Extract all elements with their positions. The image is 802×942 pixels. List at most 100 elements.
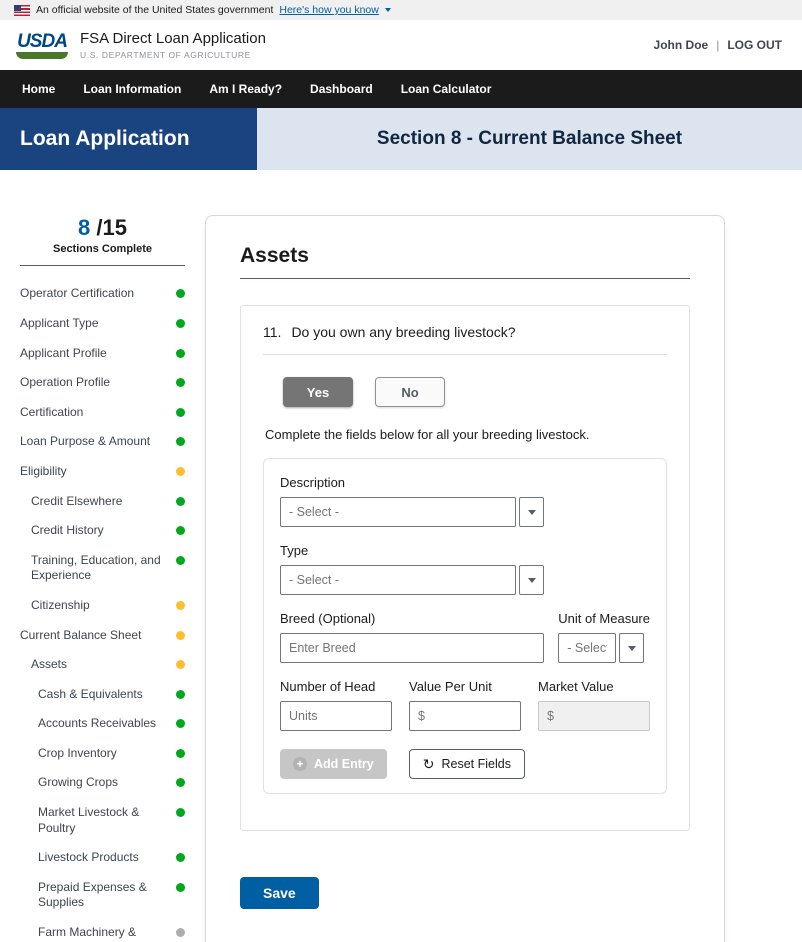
sidebar-item-training-education-and-experience[interactable]: Training, Education, and Experience	[20, 546, 185, 591]
chevron-down-icon	[385, 8, 391, 12]
sidebar-item-loan-purpose-amount[interactable]: Loan Purpose & Amount	[20, 427, 185, 457]
sidebar-item-label: Growing Crops	[38, 775, 118, 791]
dept-label: U.S. DEPARTMENT OF AGRICULTURE	[80, 50, 266, 60]
number-of-head-input[interactable]	[280, 701, 392, 731]
market-value-label: Market Value	[538, 679, 650, 694]
sidebar-item-crop-inventory[interactable]: Crop Inventory	[20, 739, 185, 769]
us-flag-icon	[14, 5, 30, 16]
banner-app-name-label: Loan Application	[20, 127, 190, 151]
sidebar-item-label: Operator Certification	[20, 286, 134, 302]
status-dot-complete	[176, 497, 185, 506]
nav-item-dashboard[interactable]: Dashboard	[296, 82, 387, 96]
yes-no-group: Yes No	[283, 377, 667, 407]
instruction-text: Complete the fields below for all your b…	[265, 427, 667, 442]
value-per-unit-label: Value Per Unit	[409, 679, 521, 694]
app-title: FSA Direct Loan Application	[80, 30, 266, 47]
reset-fields-button[interactable]: ↻ Reset Fields	[409, 749, 525, 779]
value-per-unit-field: Value Per Unit	[409, 679, 521, 731]
gov-banner-text: An official website of the United States…	[36, 4, 273, 16]
sidebar-item-market-livestock-poultry[interactable]: Market Livestock & Poultry	[20, 798, 185, 843]
progress-current: 8	[78, 215, 90, 240]
sidebar-item-label: Current Balance Sheet	[20, 628, 141, 644]
sidebar-item-label: Credit Elsewhere	[31, 494, 122, 510]
sidebar-item-label: Crop Inventory	[38, 746, 117, 762]
description-combo	[280, 497, 650, 527]
status-dot-in_progress	[176, 660, 185, 669]
unit-of-measure-combo	[558, 633, 650, 663]
title-rule	[240, 278, 690, 279]
status-dot-not_started	[176, 928, 185, 937]
unit-of-measure-select[interactable]	[558, 633, 616, 663]
status-dot-complete	[176, 556, 185, 565]
sidebar-item-growing-crops[interactable]: Growing Crops	[20, 768, 185, 798]
value-per-unit-input[interactable]	[409, 701, 521, 731]
sidebar-item-label: Cash & Equivalents	[38, 687, 143, 703]
add-entry-button[interactable]: + Add Entry	[280, 749, 387, 779]
section-banner: Loan Application Section 8 - Current Bal…	[0, 108, 802, 170]
sidebar-item-label: Assets	[31, 657, 67, 673]
sidebar-item-certification[interactable]: Certification	[20, 398, 185, 428]
numbers-row: Number of Head Value Per Unit Market Val…	[280, 679, 650, 731]
user-name: John Doe	[654, 38, 709, 52]
sidebar-item-operation-profile[interactable]: Operation Profile	[20, 368, 185, 398]
question-row: 11. Do you own any breeding livestock?	[263, 324, 667, 355]
sidebar-item-label: Operation Profile	[20, 375, 110, 391]
breed-unit-row: Breed (Optional) Unit of Measure	[280, 611, 650, 663]
nav-item-loan-calculator[interactable]: Loan Calculator	[387, 82, 506, 96]
description-dropdown-button[interactable]	[519, 497, 544, 527]
nav-item-loan-information[interactable]: Loan Information	[69, 82, 195, 96]
sidebar-item-current-balance-sheet[interactable]: Current Balance Sheet	[20, 621, 185, 651]
unit-of-measure-field: Unit of Measure	[558, 611, 650, 663]
gov-banner: An official website of the United States…	[0, 0, 802, 20]
breed-input[interactable]	[280, 633, 544, 663]
sidebar-item-eligibility[interactable]: Eligibility	[20, 457, 185, 487]
sidebar-item-credit-elsewhere[interactable]: Credit Elsewhere	[20, 487, 185, 517]
nav-item-am-i-ready[interactable]: Am I Ready?	[195, 82, 296, 96]
sidebar-item-applicant-profile[interactable]: Applicant Profile	[20, 339, 185, 369]
sidebar-item-farm-machinery-equipment[interactable]: Farm Machinery & Equipment	[20, 918, 185, 942]
status-dot-complete	[176, 749, 185, 758]
user-area: John Doe | LOG OUT	[654, 38, 782, 52]
number-of-head-label: Number of Head	[280, 679, 392, 694]
sidebar-item-operator-certification[interactable]: Operator Certification	[20, 279, 185, 309]
usda-logo: USDA	[16, 32, 68, 59]
description-select[interactable]	[280, 497, 516, 527]
sidebar-item-assets[interactable]: Assets	[20, 650, 185, 680]
how-you-know-link[interactable]: Here's how you know	[279, 4, 378, 16]
question-panel: 11. Do you own any breeding livestock? Y…	[240, 305, 690, 831]
sidebar-item-prepaid-expenses-supplies[interactable]: Prepaid Expenses & Supplies	[20, 873, 185, 918]
logout-link[interactable]: LOG OUT	[727, 38, 782, 52]
sidebar-item-applicant-type[interactable]: Applicant Type	[20, 309, 185, 339]
no-button[interactable]: No	[375, 377, 445, 407]
sidebar-item-credit-history[interactable]: Credit History	[20, 516, 185, 546]
sidebar-item-label: Applicant Type	[20, 316, 99, 332]
reset-fields-label: Reset Fields	[441, 757, 510, 771]
banner-page-title-label: Section 8 - Current Balance Sheet	[377, 128, 682, 150]
sidebar-item-cash-equivalents[interactable]: Cash & Equivalents	[20, 680, 185, 710]
header-divider: |	[716, 38, 719, 52]
status-dot-complete	[176, 526, 185, 535]
nav-item-home[interactable]: Home	[8, 82, 69, 96]
type-dropdown-button[interactable]	[519, 565, 544, 595]
breed-label: Breed (Optional)	[280, 611, 544, 626]
status-dot-complete	[176, 319, 185, 328]
usda-logo-text: USDA	[16, 32, 68, 51]
status-dot-complete	[176, 719, 185, 728]
sidebar-item-livestock-products[interactable]: Livestock Products	[20, 843, 185, 873]
save-button[interactable]: Save	[240, 877, 319, 909]
unit-dropdown-button[interactable]	[619, 633, 644, 663]
app-header: USDA FSA Direct Loan Application U.S. DE…	[0, 20, 802, 70]
status-dot-complete	[176, 883, 185, 892]
progress-counter: 8 /15	[20, 215, 185, 241]
number-of-head-field: Number of Head	[280, 679, 392, 731]
sidebar-item-label: Market Livestock & Poultry	[38, 805, 168, 836]
sidebar-item-citizenship[interactable]: Citizenship	[20, 591, 185, 621]
sidebar-item-accounts-receivables[interactable]: Accounts Receivables	[20, 709, 185, 739]
sidebar-section-list: Operator Certification Applicant Type Appl…	[20, 279, 185, 942]
breed-field: Breed (Optional)	[280, 611, 544, 663]
status-dot-complete	[176, 808, 185, 817]
sidebar-item-label: Citizenship	[31, 598, 90, 614]
type-select[interactable]	[280, 565, 516, 595]
yes-button[interactable]: Yes	[283, 377, 353, 407]
status-dot-complete	[176, 690, 185, 699]
